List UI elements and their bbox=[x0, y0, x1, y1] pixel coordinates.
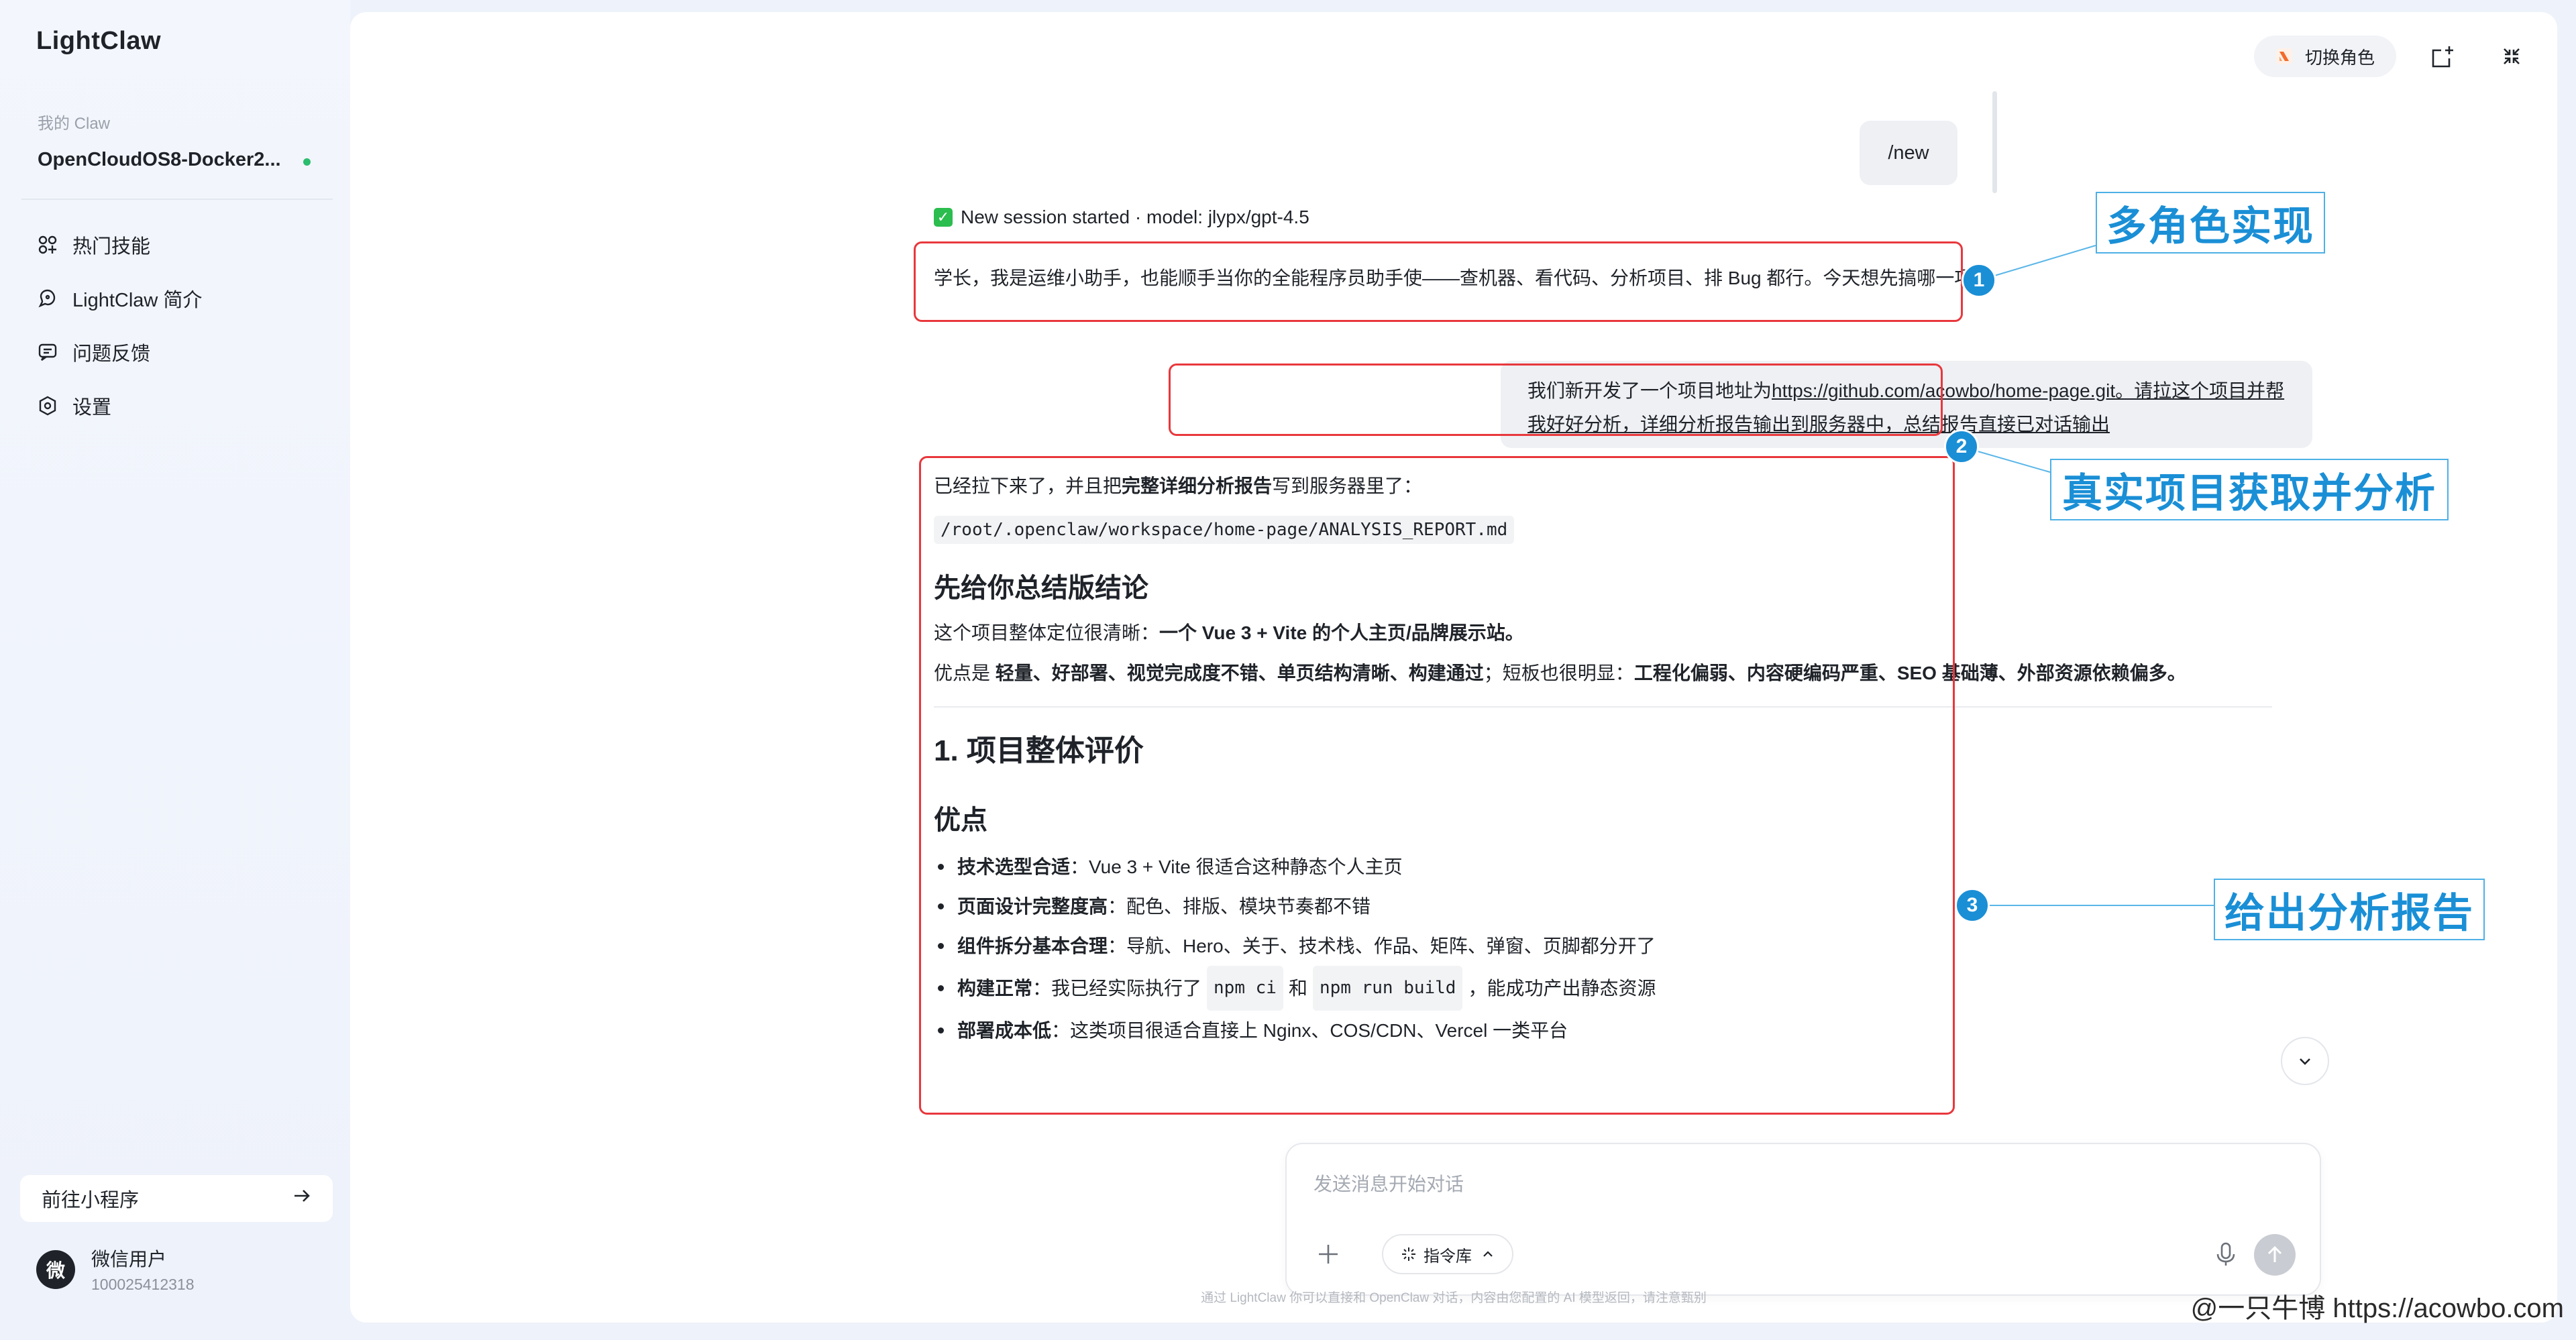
switch-role-label: 切换角色 bbox=[2304, 47, 2375, 68]
arrow-up-icon bbox=[2267, 1245, 2282, 1262]
new-chat-icon bbox=[2432, 46, 2453, 68]
top-actions: 切换角色 bbox=[2253, 35, 2533, 78]
highlight-box-report bbox=[919, 456, 1955, 1115]
microphone-icon[interactable] bbox=[2212, 1241, 2239, 1268]
avatar: 微 bbox=[36, 1249, 75, 1289]
sidebar-divider bbox=[21, 199, 333, 200]
chevron-down-icon bbox=[2300, 1058, 2310, 1065]
send-button[interactable] bbox=[2254, 1234, 2296, 1276]
scroll-down-button[interactable] bbox=[2281, 1037, 2329, 1085]
skills-icon bbox=[36, 233, 59, 256]
user-id: 100025412318 bbox=[91, 1276, 195, 1293]
sidebar-item-settings[interactable]: 设置 bbox=[21, 379, 333, 433]
new-chat-button[interactable] bbox=[2422, 35, 2465, 78]
sidebar-nav: 热门技能 LightClaw 简介 问题反馈 设置 bbox=[21, 218, 333, 433]
sidebar-item-label: 设置 bbox=[72, 397, 112, 418]
fullscreen-button[interactable] bbox=[2490, 35, 2533, 78]
annotation-badge-3: 3 bbox=[1955, 888, 1990, 923]
sidebar-item-skills[interactable]: 热门技能 bbox=[21, 218, 333, 272]
scrollbar[interactable] bbox=[1992, 91, 1997, 193]
annotation-badge-1: 1 bbox=[1962, 263, 1996, 298]
message-input[interactable]: 发送消息开始对话 bbox=[1313, 1170, 1464, 1196]
online-status-dot bbox=[303, 158, 311, 166]
user-name: 微信用户 bbox=[91, 1249, 167, 1270]
brand-logo: LightClaw bbox=[36, 27, 162, 55]
session-text: New session started · model: jlypx/gpt-4… bbox=[961, 207, 1309, 227]
sidebar: LightClaw 我的 Claw OpenCloudOS8-Docker2..… bbox=[0, 0, 350, 1340]
claw-section-label: 我的 Claw bbox=[38, 115, 111, 133]
sidebar-item-intro[interactable]: LightClaw 简介 bbox=[21, 272, 333, 325]
check-icon: ✓ bbox=[934, 208, 953, 227]
arrow-right-icon bbox=[292, 1186, 311, 1211]
disclaimer-footnote: 通过 LightClaw 你可以直接和 OpenClaw 对话，内容由您配置的 … bbox=[1201, 1291, 1707, 1305]
annotation-callout-1: 多角色实现 bbox=[2096, 192, 2325, 254]
settings-icon bbox=[36, 394, 59, 417]
command-library-label: 指令库 bbox=[1424, 1247, 1472, 1266]
intro-icon bbox=[36, 287, 59, 310]
go-miniprogram-button[interactable]: 前往小程序 bbox=[20, 1175, 333, 1222]
annotation-callout-2: 真实项目获取并分析 bbox=[2050, 459, 2449, 520]
annotation-badge-2: 2 bbox=[1944, 429, 1979, 464]
collapse-icon bbox=[2504, 48, 2520, 64]
sidebar-item-feedback[interactable]: 问题反馈 bbox=[21, 325, 333, 379]
miniprogram-label: 前往小程序 bbox=[42, 1190, 140, 1211]
highlight-box-request bbox=[1169, 364, 1943, 436]
sidebar-item-label: 热门技能 bbox=[72, 236, 151, 258]
claw-instance-name[interactable]: OpenCloudOS8-Docker2... bbox=[38, 149, 281, 171]
switch-role-button[interactable]: 切换角色 bbox=[2253, 36, 2396, 77]
watermark: @一只牛博 https://acowbo.com bbox=[2190, 1294, 2564, 1323]
user-message-new: /new bbox=[1860, 121, 1957, 185]
plus-icon[interactable] bbox=[1315, 1241, 1342, 1268]
command-library-button[interactable]: 指令库 bbox=[1382, 1234, 1513, 1274]
session-status: ✓ New session started · model: jlypx/gpt… bbox=[934, 207, 1309, 228]
highlight-box-intro bbox=[914, 241, 1963, 322]
user-profile[interactable]: 微 微信用户 100025412318 bbox=[36, 1245, 195, 1294]
user-message-text: /new bbox=[1888, 142, 1929, 164]
annotation-callout-3: 给出分析报告 bbox=[2214, 879, 2485, 940]
role-icon bbox=[2275, 48, 2292, 64]
message-composer[interactable]: 发送消息开始对话 指令库 bbox=[1285, 1143, 2321, 1296]
sidebar-item-label: 问题反馈 bbox=[72, 343, 151, 365]
chevron-up-icon bbox=[1483, 1251, 1493, 1257]
sidebar-item-label: LightClaw 简介 bbox=[72, 290, 203, 311]
feedback-icon bbox=[36, 341, 59, 364]
sparkle-icon bbox=[1402, 1247, 1415, 1261]
